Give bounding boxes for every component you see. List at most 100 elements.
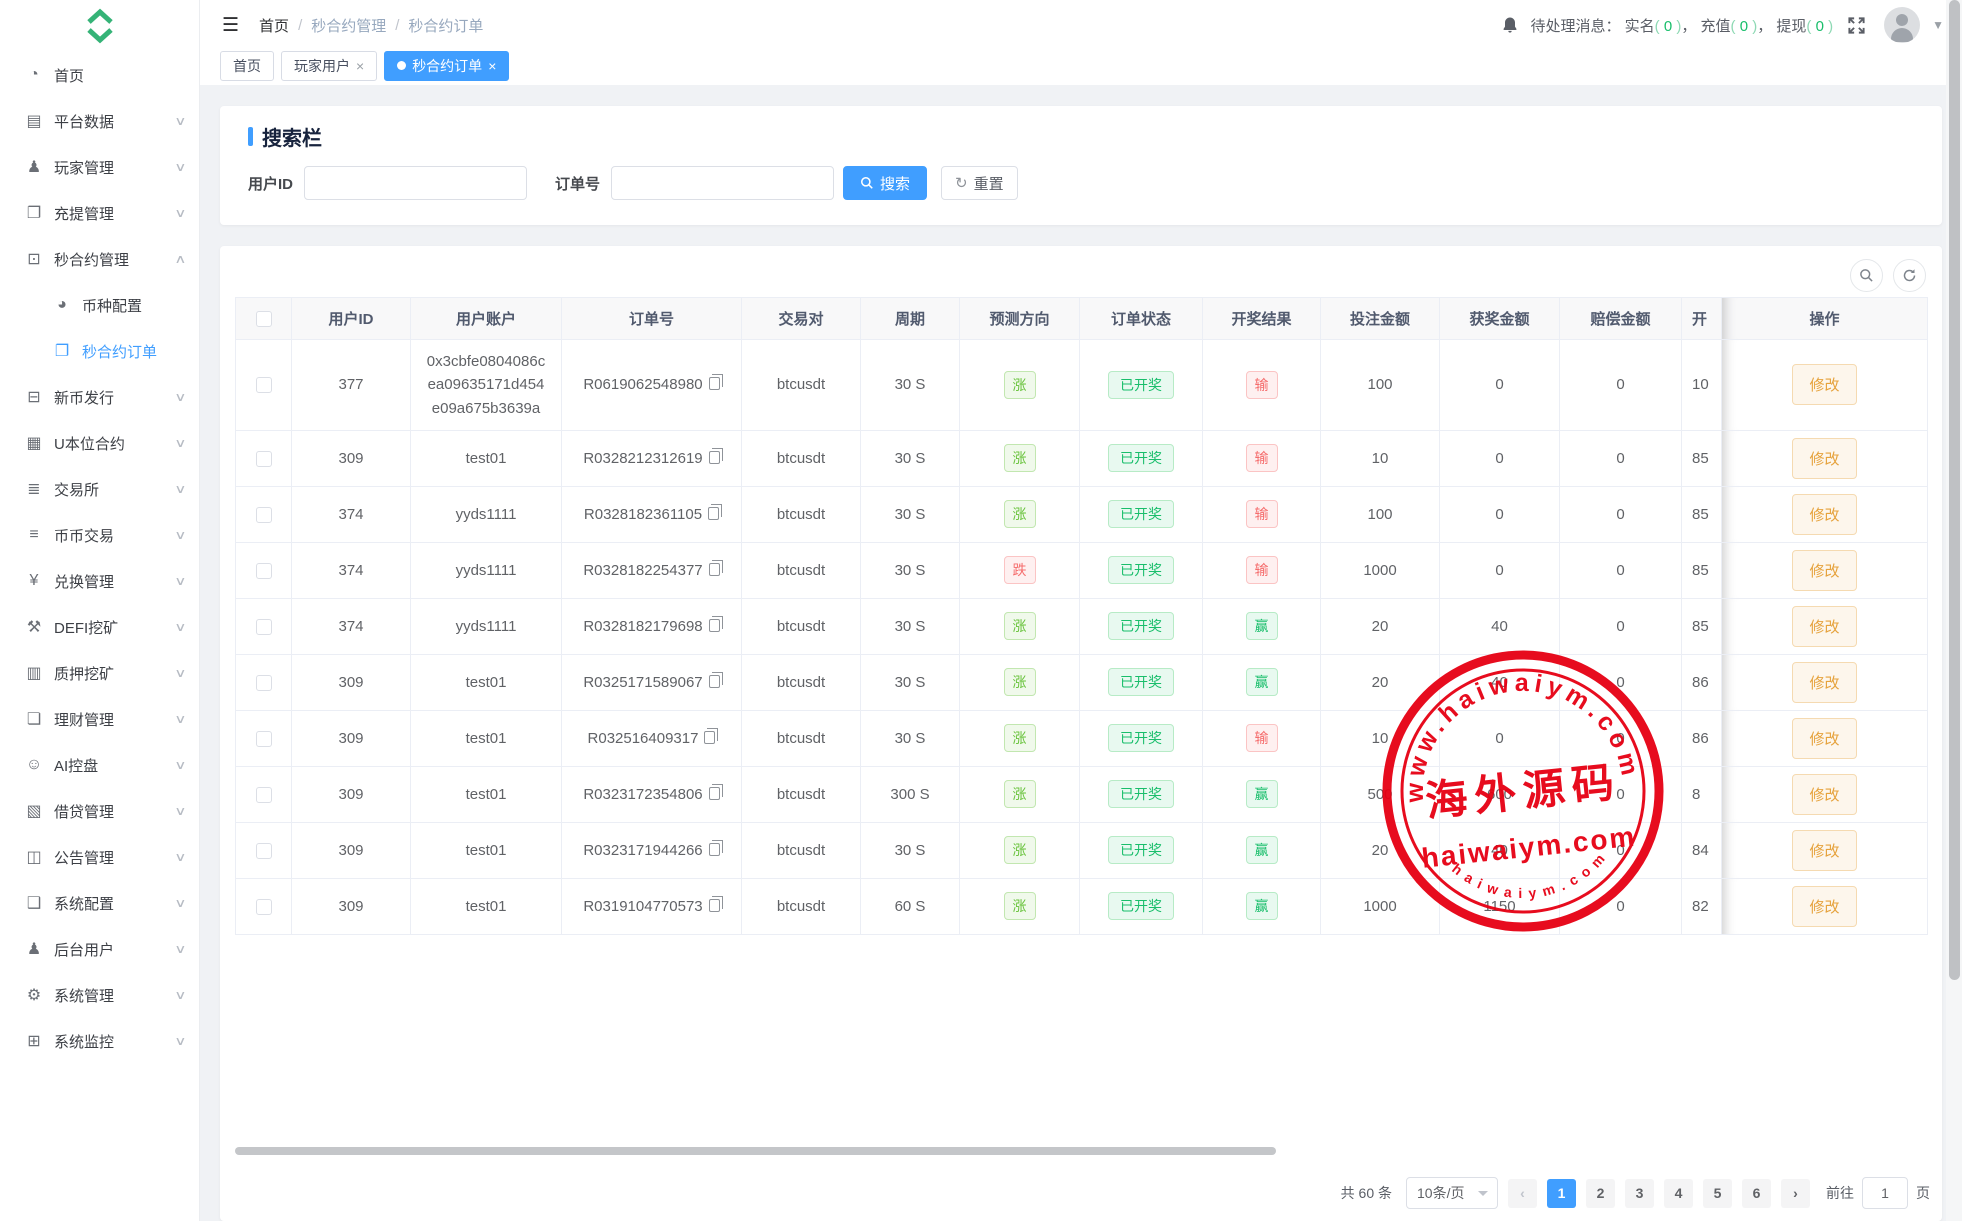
sidebar-item-后台用户[interactable]: ♟ 后台用户 ∨ (0, 926, 199, 972)
breadcrumb-item[interactable]: 秒合约管理 (311, 15, 386, 36)
row-checkbox[interactable] (256, 377, 272, 393)
sidebar-item-AI控盘[interactable]: ☺ AI控盘 ∨ (0, 742, 199, 788)
cell-period: 30 S (861, 598, 960, 654)
close-icon[interactable]: × (488, 58, 496, 74)
table-refresh-button[interactable] (1893, 259, 1926, 292)
sidebar-fold-icon[interactable]: ☰ (222, 14, 239, 37)
sidebar-item-币币交易[interactable]: ≡ 币币交易 ∨ (0, 512, 199, 558)
sidebar-item-秒合约订单[interactable]: ❐ 秒合约订单 (0, 328, 199, 374)
fullscreen-icon[interactable] (1847, 16, 1866, 35)
contract-order-icon: ❐ (52, 341, 72, 361)
sidebar-item-质押挖矿[interactable]: ▥ 质押挖矿 ∨ (0, 650, 199, 696)
sidebar-item-兑换管理[interactable]: ¥ 兑换管理 ∨ (0, 558, 199, 604)
vertical-scrollbar-thumb[interactable] (1949, 0, 1960, 980)
edit-button[interactable]: 修改 (1792, 886, 1856, 927)
tab-second-contract-order[interactable]: 秒合约订单 × (384, 51, 509, 81)
row-checkbox[interactable] (256, 787, 272, 803)
edit-button[interactable]: 修改 (1792, 494, 1856, 535)
row-checkbox[interactable] (256, 675, 272, 691)
chevron-icon: ∨ (174, 160, 186, 174)
bell-icon[interactable] (1500, 15, 1520, 35)
edit-button[interactable]: 修改 (1792, 718, 1856, 759)
edit-button[interactable]: 修改 (1792, 662, 1856, 703)
sidebar-item-系统监控[interactable]: ⊞ 系统监控 ∨ (0, 1018, 199, 1064)
cell-win-amount: 0 (1440, 486, 1560, 542)
next-page-button[interactable]: › (1781, 1179, 1810, 1208)
table-header-row: 用户ID 用户账户 订单号 交易对 周期 预测方向 订单状态 开奖结果 投注金额… (236, 298, 1928, 340)
cell-win-amount: 40 (1440, 822, 1560, 878)
sidebar-item-理财管理[interactable]: ❏ 理财管理 ∨ (0, 696, 199, 742)
user-avatar[interactable] (1884, 7, 1920, 43)
breadcrumb-home[interactable]: 首页 (259, 15, 289, 36)
select-all-checkbox[interactable] (256, 311, 272, 327)
horizontal-scrollbar-thumb[interactable] (235, 1147, 1276, 1155)
table-row: 309 test01 R0323172354806 btcusdt 300 S … (236, 766, 1928, 822)
avatar-caret-icon[interactable]: ▼ (1932, 18, 1944, 32)
page-button-6[interactable]: 6 (1742, 1179, 1771, 1208)
page-button-1[interactable]: 1 (1547, 1179, 1576, 1208)
sidebar-item-系统管理[interactable]: ⚙ 系统管理 ∨ (0, 972, 199, 1018)
search-button[interactable]: 搜索 (843, 166, 927, 200)
goto-page-input[interactable] (1862, 1177, 1908, 1209)
copy-icon[interactable] (704, 731, 715, 744)
close-icon[interactable]: × (356, 58, 364, 74)
copy-icon[interactable] (709, 377, 720, 390)
msg-realname[interactable]: 实名 (1625, 18, 1655, 35)
page-button-2[interactable]: 2 (1586, 1179, 1615, 1208)
msg-recharge[interactable]: 充值 (1701, 18, 1731, 35)
edit-button[interactable]: 修改 (1792, 606, 1856, 647)
copy-icon[interactable] (709, 843, 720, 856)
sidebar-item-充提管理[interactable]: ❐ 充提管理 ∨ (0, 190, 199, 236)
copy-icon[interactable] (708, 507, 719, 520)
sidebar-item-秒合约管理[interactable]: ⊡ 秒合约管理 ∧ (0, 236, 199, 282)
msg-withdraw[interactable]: 提现 (1776, 18, 1806, 35)
row-checkbox[interactable] (256, 843, 272, 859)
chevron-icon: ∧ (174, 252, 186, 266)
cell-account: test01 (411, 710, 562, 766)
sidebar-item-U本位合约[interactable]: ▦ U本位合约 ∨ (0, 420, 199, 466)
sidebar-item-新币发行[interactable]: ⊟ 新币发行 ∨ (0, 374, 199, 420)
row-checkbox[interactable] (256, 619, 272, 635)
copy-icon[interactable] (709, 563, 720, 576)
tab-player-user[interactable]: 玩家用户 × (281, 51, 377, 81)
cell-direction: 涨 (960, 822, 1080, 878)
sidebar-item-平台数据[interactable]: ▤ 平台数据 ∨ (0, 98, 199, 144)
edit-button[interactable]: 修改 (1792, 438, 1856, 479)
direction-badge: 涨 (1004, 371, 1036, 399)
row-checkbox[interactable] (256, 899, 272, 915)
sidebar-menu: ◔ 首页 ▤ 平台数据 ∨ ♟ 玩家管理 ∨ ❐ 充提管理 ∨ ⊡ 秒合约管理 … (0, 52, 199, 1064)
row-checkbox[interactable] (256, 507, 272, 523)
table-search-button[interactable] (1850, 259, 1883, 292)
order-no-input[interactable] (611, 166, 834, 200)
edit-button[interactable]: 修改 (1792, 830, 1856, 871)
sidebar-item-交易所[interactable]: ≣ 交易所 ∨ (0, 466, 199, 512)
row-checkbox[interactable] (256, 451, 272, 467)
sidebar-item-借贷管理[interactable]: ▧ 借贷管理 ∨ (0, 788, 199, 834)
copy-icon[interactable] (709, 451, 720, 464)
prev-page-button[interactable]: ‹ (1508, 1179, 1537, 1208)
sidebar-item-币种配置[interactable]: ◕ 币种配置 (0, 282, 199, 328)
row-checkbox[interactable] (256, 731, 272, 747)
sidebar-item-DEFI挖矿[interactable]: ⚒ DEFI挖矿 ∨ (0, 604, 199, 650)
sidebar-item-系统配置[interactable]: ❑ 系统配置 ∨ (0, 880, 199, 926)
edit-button[interactable]: 修改 (1792, 364, 1856, 405)
sidebar-item-玩家管理[interactable]: ♟ 玩家管理 ∨ (0, 144, 199, 190)
page-button-3[interactable]: 3 (1625, 1179, 1654, 1208)
sidebar-item-首页[interactable]: ◔ 首页 (0, 52, 199, 98)
edit-button[interactable]: 修改 (1792, 550, 1856, 591)
edit-button[interactable]: 修改 (1792, 774, 1856, 815)
user-id-input[interactable] (304, 166, 527, 200)
copy-icon[interactable] (709, 675, 720, 688)
page-button-4[interactable]: 4 (1664, 1179, 1693, 1208)
copy-icon[interactable] (709, 899, 720, 912)
page-size-select[interactable]: 10条/页 (1406, 1177, 1498, 1209)
reset-button[interactable]: ↻ 重置 (941, 166, 1018, 200)
copy-icon[interactable] (709, 787, 720, 800)
page-button-5[interactable]: 5 (1703, 1179, 1732, 1208)
tab-home[interactable]: 首页 (220, 51, 274, 81)
copy-icon[interactable] (709, 619, 720, 632)
refresh-icon: ↻ (955, 174, 968, 192)
sidebar-item-公告管理[interactable]: ◫ 公告管理 ∨ (0, 834, 199, 880)
cell-user-id: 309 (292, 654, 411, 710)
row-checkbox[interactable] (256, 563, 272, 579)
